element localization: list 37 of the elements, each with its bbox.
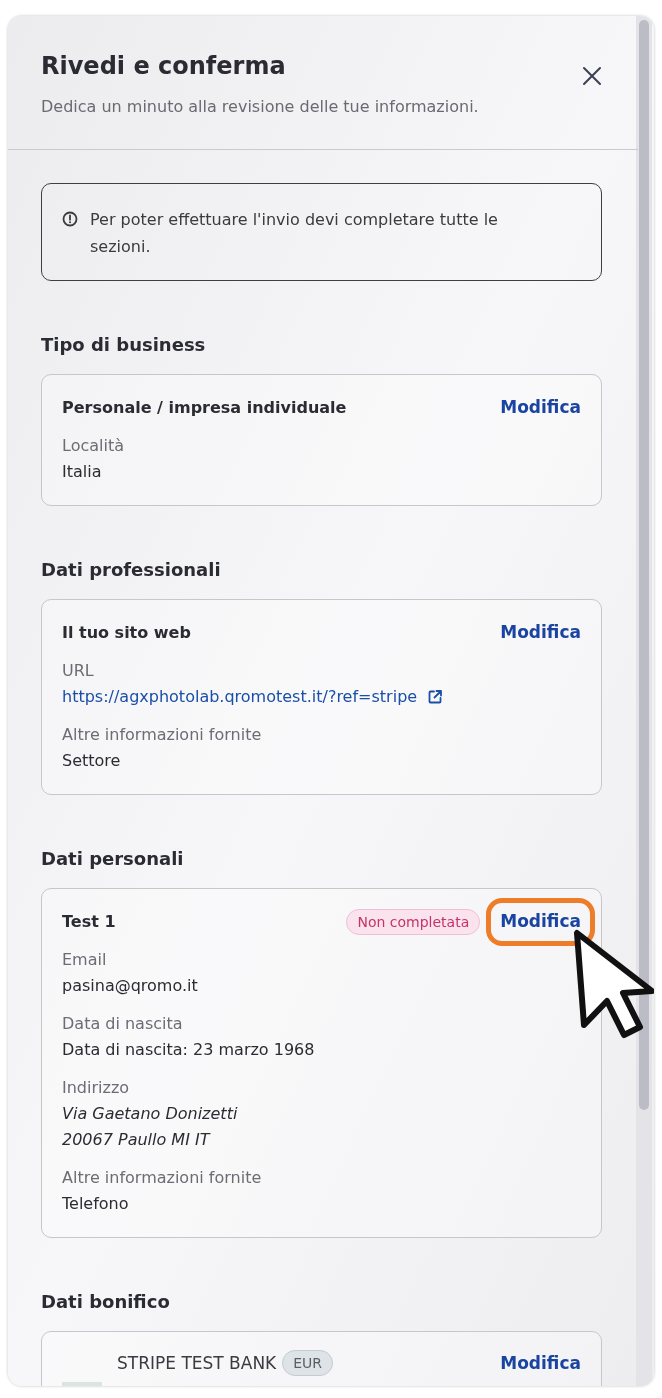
field-label: Indirizzo [62, 1077, 131, 1099]
field-value: Data di nascita: 23 marzo 1968 [62, 1039, 316, 1061]
section-heading: Tipo di business [41, 333, 207, 357]
field-label: URL [62, 660, 95, 682]
field-value: Telefono [62, 1193, 130, 1215]
cursor-arrow-icon [572, 929, 654, 1041]
field-label: Altre informazioni fornite [62, 724, 263, 746]
field-value: Via Gaetano Donizetti [62, 1103, 239, 1125]
close-button[interactable] [580, 64, 604, 88]
field-value: Italia [62, 461, 103, 483]
external-link-icon [427, 689, 444, 705]
card-title: Personale / impresa individuale [62, 397, 347, 419]
field-label: Località [62, 435, 125, 457]
section-heading: Dati professionali [41, 558, 222, 582]
bank-name: STRIPE TEST BANK [117, 1352, 277, 1375]
section-heading: Dati personali [41, 847, 185, 871]
url-link[interactable]: https://agxphotolab.qromotest.it/?ref=stripe [62, 684, 581, 710]
edit-link[interactable]: Modifica [500, 1350, 581, 1376]
close-icon [582, 66, 602, 86]
field-label: Data di nascita [62, 1013, 184, 1035]
edit-link[interactable]: Modifica [500, 395, 581, 421]
field-value: 20067 Paullo MI IT [62, 1129, 212, 1151]
field-label: Altre informazioni fornite [62, 1167, 263, 1189]
field-label: Email [62, 949, 108, 971]
panel-subtitle: Dedica un minuto alla revisione delle tue informazioni. [41, 96, 480, 118]
card-title: Test 1 [62, 911, 116, 933]
edit-link[interactable]: Modifica [500, 620, 581, 646]
panel-title: Rivedi e conferma [41, 51, 286, 82]
card-title: Il tuo sito web [62, 622, 191, 644]
field-value: Settore [62, 750, 122, 772]
currency-badge: EUR [282, 1350, 334, 1376]
field-value: pasina@qromo.it [62, 975, 199, 997]
section-heading: Dati bonifico [41, 1290, 171, 1314]
status-badge: Non completata [346, 909, 481, 935]
alert-message: Per poter effettuare l'invio devi completare tutte le sezioni. [90, 209, 499, 258]
scrollbar-thumb[interactable] [639, 20, 649, 1110]
alert-icon [62, 211, 78, 227]
